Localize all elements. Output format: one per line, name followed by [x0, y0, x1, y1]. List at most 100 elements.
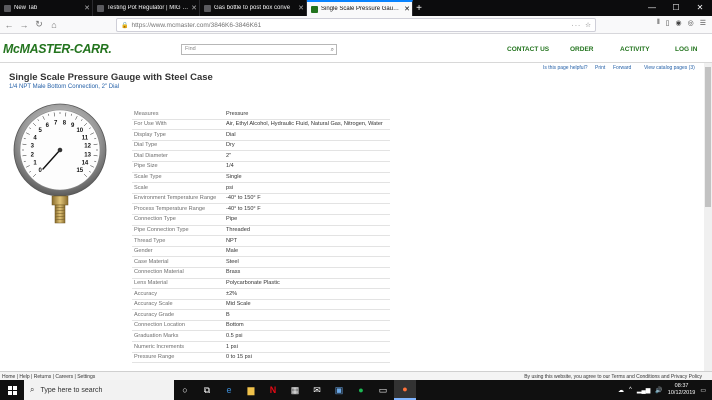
spec-label: Process Temperature Range: [132, 203, 224, 215]
clock[interactable]: 08:37 10/12/2019: [668, 383, 696, 397]
close-window-icon[interactable]: ✕: [688, 0, 712, 16]
nav-contact-us[interactable]: CONTACT US: [507, 46, 549, 53]
site-footer: Home | Help | Returns | Careers | Settin…: [0, 371, 712, 380]
tab-new-tab[interactable]: New Tab ✕: [0, 0, 93, 16]
volume-icon[interactable]: 🔊: [655, 387, 662, 394]
spec-row: Pipe Connection Type Threaded: [132, 225, 390, 237]
spec-row: Pipe Size 1/4: [132, 161, 390, 173]
reload-icon[interactable]: ↻: [33, 19, 45, 30]
spec-label: Measures: [132, 109, 224, 120]
tab-gas-bottle[interactable]: Gas bottle to post box conve ✕: [200, 0, 307, 16]
search-input[interactable]: Find ⌕: [181, 44, 337, 55]
spec-value: Dial: [224, 129, 390, 141]
specifications-table: Measures Pressure For Use With Air, Ethyl A…: [132, 109, 390, 364]
library-icon[interactable]: ⫴: [657, 19, 660, 27]
app-icon[interactable]: ▣: [328, 380, 350, 400]
netflix-icon[interactable]: N: [262, 380, 284, 400]
new-tab-button[interactable]: +: [413, 0, 425, 16]
tab-label: New Tab: [14, 5, 38, 11]
home-icon[interactable]: ⌂: [48, 20, 60, 30]
product-title: Single Scale Pressure Gauge with Steel C…: [9, 72, 213, 83]
url-bar[interactable]: 🔒 https://www.mcmaster.com/3846K6-3846K6…: [116, 18, 596, 32]
spec-value: Dry: [224, 140, 390, 152]
site-header: McMASTER-CARR. Find ⌕ CONTACT US ORDER A…: [0, 35, 712, 63]
scrollbar-thumb[interactable]: [705, 67, 711, 207]
spec-label: Numeric Increments: [132, 341, 224, 353]
spec-label: Dial Type: [132, 140, 224, 152]
maximize-icon[interactable]: ☐: [664, 0, 688, 16]
nav-activity[interactable]: ACTIVITY: [620, 46, 650, 53]
taskbar-search[interactable]: ⌕ Type here to search: [24, 380, 174, 400]
sidebar-icon[interactable]: ▯: [666, 19, 670, 27]
nav-order[interactable]: ORDER: [570, 46, 593, 53]
spec-row: Connection Material Brass: [132, 267, 390, 279]
forward-link[interactable]: Forward: [613, 65, 631, 71]
pressure-gauge-image: 0123456 7 8 9101112131415: [13, 103, 107, 224]
file-explorer-icon[interactable]: ▆: [240, 380, 262, 400]
edge-icon[interactable]: e: [218, 380, 240, 400]
search-icon[interactable]: ⌕: [331, 46, 334, 55]
tab-favicon-icon: [311, 5, 318, 13]
network-icon[interactable]: ▂▄▆: [637, 387, 650, 394]
extension-icon[interactable]: ◉: [676, 19, 682, 27]
close-tab-icon[interactable]: ✕: [82, 4, 92, 12]
forward-arrow-icon[interactable]: →: [18, 20, 30, 30]
minimize-icon[interactable]: —: [640, 0, 664, 16]
taskbar-search-placeholder: Type here to search: [40, 386, 103, 394]
helpful-link[interactable]: Is this page helpful?: [543, 65, 587, 71]
search-placeholder: Find: [185, 46, 196, 52]
spec-value: Bottom: [224, 320, 390, 332]
spec-value: -40° to 150° F: [224, 203, 390, 215]
spec-label: Accuracy Grade: [132, 309, 224, 321]
spec-value: Polycarbonate Plastic: [224, 278, 390, 290]
gauge-number: 14: [82, 161, 89, 167]
spec-label: Graduation Marks: [132, 330, 224, 343]
close-tab-icon[interactable]: ✕: [296, 4, 306, 12]
tab-favicon-icon: [204, 4, 211, 12]
windows-logo-icon: [7, 385, 17, 395]
spec-label: Pipe Size: [132, 161, 224, 173]
spec-value: -40° to 150° F: [224, 193, 390, 205]
windows-taskbar: ⌕ Type here to search ○ ⧉ e ▆ N ▦ ✉ ▣ ● …: [0, 380, 712, 400]
product-subtitle: 1/4 NPT Male Bottom Connection, 2" Dial: [9, 84, 120, 90]
spec-row: Scale Type Single: [132, 172, 390, 184]
spec-value: Air, Ethyl Alcohol, Hydraulic Fluid, Nat…: [224, 119, 390, 131]
close-tab-icon[interactable]: ✕: [402, 5, 412, 13]
nav-log-in[interactable]: LOG IN: [675, 46, 697, 53]
start-button[interactable]: [0, 380, 24, 400]
page-scrollbar[interactable]: [704, 63, 712, 371]
page-actions-icon[interactable]: ···: [572, 22, 582, 29]
spec-row: Thread Type NPT: [132, 235, 390, 247]
spec-value: Brass: [224, 267, 390, 279]
back-arrow-icon[interactable]: ←: [3, 20, 15, 30]
tray-chevron-icon[interactable]: ^: [629, 387, 632, 393]
toolbar-icons: ⫴ ▯ ◉ ◎ ☰: [657, 19, 706, 27]
task-switch-icon[interactable]: ⧉: [196, 380, 218, 400]
print-link[interactable]: Print: [595, 65, 605, 71]
store-icon[interactable]: ▦: [284, 380, 306, 400]
task-view-icon[interactable]: ○: [174, 380, 196, 400]
menu-icon[interactable]: ☰: [700, 19, 706, 27]
spec-label: For Use With: [132, 119, 224, 131]
spotify-icon[interactable]: ●: [350, 380, 372, 400]
tab-pressure-gauge[interactable]: Single Scale Pressure Gauge w ✕: [307, 0, 413, 16]
spec-value: NPT: [224, 235, 390, 247]
close-tab-icon[interactable]: ✕: [189, 4, 199, 12]
notifications-icon[interactable]: ▭: [700, 387, 706, 394]
firefox-icon[interactable]: ●: [394, 380, 416, 400]
search-icon: ⌕: [30, 385, 35, 394]
spec-value: B: [224, 309, 390, 321]
tab-testing-pot-regulator[interactable]: Testing Pot Regulator | MIG We ✕: [93, 0, 200, 16]
app-icon[interactable]: ▭: [372, 380, 394, 400]
catalog-pages-link[interactable]: View catalog pages (3): [644, 65, 695, 71]
spec-label: Connection Type: [132, 214, 224, 226]
bookmark-star-icon[interactable]: ☆: [585, 21, 591, 29]
spec-row: Pressure Range 0 to 15 psi: [132, 352, 390, 364]
spec-row: Process Temperature Range -40° to 150° F: [132, 203, 390, 215]
mail-icon[interactable]: ✉: [306, 380, 328, 400]
mcmaster-logo[interactable]: McMASTER-CARR.: [3, 41, 112, 56]
extension-icon[interactable]: ◎: [688, 19, 694, 27]
weather-icon[interactable]: ☁: [618, 387, 624, 394]
spec-row: Graduation Marks 0.5 psi: [132, 330, 390, 343]
spec-value: Male: [224, 246, 390, 258]
